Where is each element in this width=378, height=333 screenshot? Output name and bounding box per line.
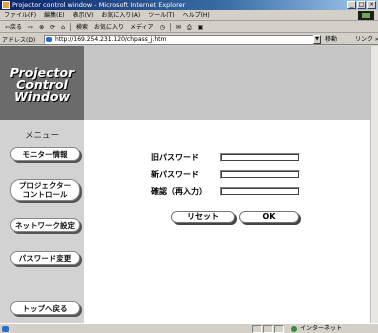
old-password-label: 旧パスワード	[151, 153, 199, 162]
old-password-input[interactable]	[220, 153, 300, 162]
links-button[interactable]: リンク »	[355, 34, 378, 45]
address-url: http://169.254.231.120/chpass_j.htm	[55, 36, 167, 43]
close-button[interactable]: ×	[367, 1, 376, 9]
menu-file[interactable]: ファイル(F)	[0, 10, 40, 21]
menu-view[interactable]: 表示(V)	[69, 10, 98, 21]
sidebar-item-back-to-top[interactable]: トップへ戻る	[10, 301, 80, 315]
page-status-icon	[2, 325, 9, 332]
sidebar-item-projector-control[interactable]: プロジェクター コントロール	[10, 179, 80, 201]
sidebar-title: メニュー	[24, 131, 59, 141]
status-bar: インターネット	[0, 323, 378, 333]
address-label: アドレス(D)	[2, 36, 36, 44]
mail-icon[interactable]: ✉	[173, 22, 184, 33]
sidebar-item-network-settings[interactable]: ネットワーク設定	[10, 218, 80, 232]
windows-logo-icon	[358, 11, 374, 20]
window-controls: _ □ ×	[347, 1, 376, 9]
ok-button[interactable]: OK	[239, 211, 299, 223]
back-button[interactable]: ⇦戻る	[2, 22, 25, 33]
go-button[interactable]: 移動	[325, 34, 337, 45]
menu-tools[interactable]: ツール(T)	[144, 10, 178, 21]
new-password-input[interactable]	[220, 170, 300, 179]
address-dropdown-button[interactable]: ▼	[313, 35, 321, 44]
status-cell	[252, 325, 262, 333]
address-bar: アドレス(D) http://169.254.231.120/chpass_j.…	[0, 34, 378, 45]
edit-icon[interactable]: ▣	[195, 22, 207, 33]
search-button[interactable]: 検索	[73, 22, 91, 33]
menu-edit[interactable]: 編集(E)	[40, 10, 68, 21]
toolbar-divider	[69, 23, 71, 31]
header-logo-box: Projector Control Window	[0, 46, 84, 120]
sidebar-item-monitor-info[interactable]: モニター情報	[10, 147, 80, 161]
status-cell	[263, 325, 273, 333]
favorites-button[interactable]: お気に入り	[91, 22, 127, 33]
vertical-scrollbar[interactable]	[370, 46, 378, 323]
media-button[interactable]: メディア	[127, 22, 157, 33]
title-bar: Projector control window - Microsoft Int…	[0, 0, 378, 10]
header-banner	[84, 46, 370, 120]
minimize-button[interactable]: _	[347, 1, 356, 9]
print-icon[interactable]: ⎙	[184, 22, 195, 33]
stop-icon[interactable]: ⊗	[36, 22, 47, 33]
ie-icon	[2, 1, 10, 9]
confirm-password-input[interactable]	[220, 187, 300, 196]
page-content: Projector Control Window メニュー モニター情報 プロジ…	[0, 46, 370, 323]
page-icon	[46, 37, 52, 42]
menu-favorites[interactable]: お気に入り(A)	[97, 10, 144, 21]
maximize-button[interactable]: □	[357, 1, 366, 9]
forward-button[interactable]: ⇨	[25, 22, 36, 33]
zone-label: インターネット	[300, 325, 343, 332]
history-icon[interactable]: ◷	[157, 22, 168, 33]
sidebar: メニュー モニター情報 プロジェクター コントロール ネットワーク設定 パスワー…	[0, 120, 84, 323]
menu-bar: ファイル(F) 編集(E) 表示(V) お気に入り(A) ツール(T) ヘルプ(…	[0, 10, 378, 21]
toolbar: ⇦戻る ⇨ ⊗ ⟳ ⌂ 検索 お気に入り メディア ◷ ✉ ⎙ ▣	[0, 22, 378, 33]
refresh-icon[interactable]: ⟳	[47, 22, 58, 33]
sidebar-item-password-change[interactable]: パスワード変更	[10, 251, 80, 265]
window-title: Projector control window - Microsoft Int…	[12, 1, 186, 9]
header-line-3: Window	[13, 89, 71, 104]
toolbar-divider	[169, 23, 171, 31]
reset-button[interactable]: リセット	[171, 211, 235, 223]
new-password-label: 新パスワード	[151, 170, 199, 179]
internet-zone-icon	[291, 326, 297, 332]
home-icon[interactable]: ⌂	[58, 22, 68, 33]
address-input[interactable]: http://169.254.231.120/chpass_j.htm	[44, 35, 314, 44]
confirm-password-label: 確認（再入力）	[151, 187, 207, 196]
menu-help[interactable]: ヘルプ(H)	[179, 10, 214, 21]
status-cell	[274, 325, 284, 333]
